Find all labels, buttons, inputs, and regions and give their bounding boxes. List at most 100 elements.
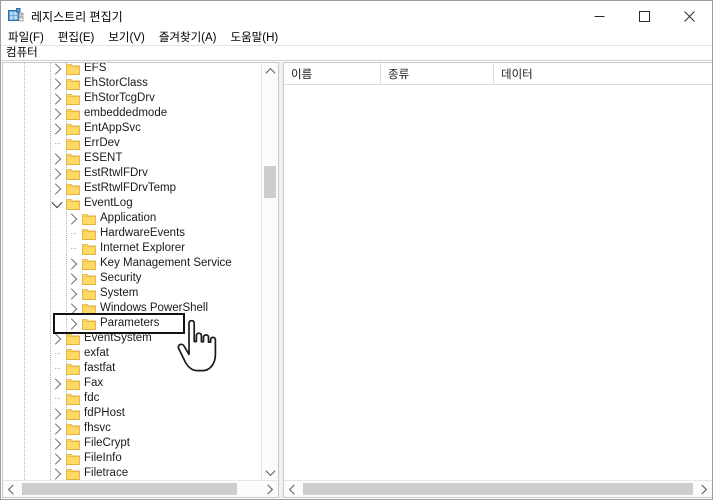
tree-item-fdc[interactable]: fdc [3,391,261,406]
tree-item-errdev[interactable]: ErrDev [3,136,261,151]
chevron-right-icon[interactable] [49,466,64,481]
chevron-right-icon[interactable] [49,91,64,106]
folder-icon [66,198,80,210]
values-column-header: 이름 종류 데이터 [284,63,712,85]
chevron-right-icon[interactable] [49,106,64,121]
menu-file[interactable]: 파일(F) [8,31,44,45]
tree-item-fileinfo[interactable]: FileInfo [3,451,261,466]
values-horizontal-scrollbar-thumb[interactable] [303,483,693,495]
tree-horizontal-scrollbar[interactable] [3,480,278,497]
tree-item-label: fdPHost [84,407,125,419]
values-scroll-left-button[interactable] [284,481,301,497]
window-controls [577,1,712,31]
tree-item-system[interactable]: System [3,286,261,301]
tree-item-exfat[interactable]: exfat [3,346,261,361]
tree-item-label: HardwareEvents [100,227,186,239]
chevron-right-icon[interactable] [49,436,64,451]
tree-item-entappsvc[interactable]: EntAppSvc [3,121,261,136]
tree-item-fdphost[interactable]: fdPHost [3,406,261,421]
chevron-right-icon[interactable] [49,181,64,196]
chevron-right-icon[interactable] [65,301,80,316]
tree-item-key-management-service[interactable]: Key Management Service [3,256,261,271]
column-data[interactable]: 데이터 [494,63,712,84]
chevron-right-icon[interactable] [49,331,64,346]
tree-item-filecrypt[interactable]: FileCrypt [3,436,261,451]
title-bar[interactable]: 레지스트리 편집기 [1,1,712,31]
tree-item-efs[interactable]: EFS [3,63,261,76]
chevron-right-icon[interactable] [49,151,64,166]
chevron-right-icon[interactable] [49,63,64,76]
close-button[interactable] [667,1,712,31]
registry-editor-icon [8,8,24,24]
tree-item-fhsvc[interactable]: fhsvc [3,421,261,436]
tree-viewport[interactable]: EFS EhStorClass EhStorTcgDrv embeddedmode En… [3,63,261,481]
chevron-right-icon[interactable] [49,451,64,466]
values-scroll-right-button[interactable] [695,481,712,497]
tree-item-fax[interactable]: Fax [3,376,261,391]
tree-scroll-up-button[interactable] [262,63,278,80]
values-horizontal-scrollbar[interactable] [284,480,712,497]
maximize-button[interactable] [622,1,667,31]
column-type[interactable]: 종류 [381,63,494,84]
chevron-right-icon[interactable] [65,271,80,286]
tree-scroll-down-button[interactable] [262,464,278,481]
registry-values-pane: 이름 종류 데이터 [283,62,712,498]
chevron-right-icon[interactable] [49,376,64,391]
tree-item-embeddedmode[interactable]: embeddedmode [3,106,261,121]
chevron-right-icon[interactable] [49,421,64,436]
menu-edit[interactable]: 편집(E) [58,31,95,45]
folder-icon [66,108,80,120]
folder-icon [66,393,80,405]
chevron-right-icon[interactable] [49,406,64,421]
tree-scroll-left-button[interactable] [3,481,20,497]
tree-horizontal-scrollbar-thumb[interactable] [22,483,237,495]
tree-vertical-scrollbar-thumb[interactable] [264,166,276,198]
chevron-right-icon[interactable] [49,121,64,136]
tree-item-application[interactable]: Application [3,211,261,226]
tree-scroll-right-button[interactable] [261,481,278,497]
tree-item-estrtwlfdrvtemp[interactable]: EstRtwlFDrvTemp [3,181,261,196]
chevron-down-icon[interactable] [50,196,64,211]
tree-vertical-scrollbar[interactable] [261,63,278,481]
tree-item-fastfat[interactable]: fastfat [3,361,261,376]
tree-item-label: EstRtwlFDrvTemp [84,182,177,194]
tree-item-parameters[interactable]: Parameters [3,316,261,331]
menu-view[interactable]: 보기(V) [108,31,145,45]
address-bar[interactable]: 컴퓨터 [1,45,712,61]
minimize-button[interactable] [577,1,622,31]
column-name[interactable]: 이름 [284,63,381,84]
chevron-right-icon[interactable] [65,316,80,331]
tree-item-label: System [100,287,139,299]
folder-icon [66,123,80,135]
tree-item-eventlog[interactable]: EventLog [3,196,261,211]
folder-icon [82,303,96,315]
tree-item-estrtwlfdrv[interactable]: EstRtwlFDrv [3,166,261,181]
tree-item-esent[interactable]: ESENT [3,151,261,166]
tree-item-label: EhStorTcgDrv [84,92,155,104]
menu-help[interactable]: 도움말(H) [231,31,279,45]
chevron-right-icon[interactable] [65,286,80,301]
tree-item-label: EstRtwlFDrv [84,167,148,179]
tree-item-internet-explorer[interactable]: Internet Explorer [3,241,261,256]
menu-favorites[interactable]: 즐겨찾기(A) [159,31,217,45]
tree-item-ehstorclass[interactable]: EhStorClass [3,76,261,91]
tree-item-label: FileInfo [84,452,122,464]
tree-item-label: Security [100,272,142,284]
tree-item-hardwareevents[interactable]: HardwareEvents [3,226,261,241]
folder-icon [66,408,80,420]
tree-item-security[interactable]: Security [3,271,261,286]
chevron-right-icon[interactable] [65,211,80,226]
tree-item-label: embeddedmode [84,107,168,119]
tree-item-label: EhStorClass [84,77,148,89]
tree-item-ehstortcgdrv[interactable]: EhStorTcgDrv [3,91,261,106]
address-path: 컴퓨터 [6,47,38,59]
values-list-body[interactable] [284,85,712,480]
chevron-right-icon[interactable] [65,256,80,271]
tree-item-windows-powershell[interactable]: Windows PowerShell [3,301,261,316]
registry-editor-window: 레지스트리 편집기 파일(F) 편집(E) 보기(V) 즐겨찾기(A) 도움말(… [0,0,713,500]
tree-item-filetrace[interactable]: Filetrace [3,466,261,481]
tree-item-eventsystem[interactable]: EventSystem [3,331,261,346]
folder-icon [66,168,80,180]
chevron-right-icon[interactable] [49,76,64,91]
chevron-right-icon[interactable] [49,166,64,181]
